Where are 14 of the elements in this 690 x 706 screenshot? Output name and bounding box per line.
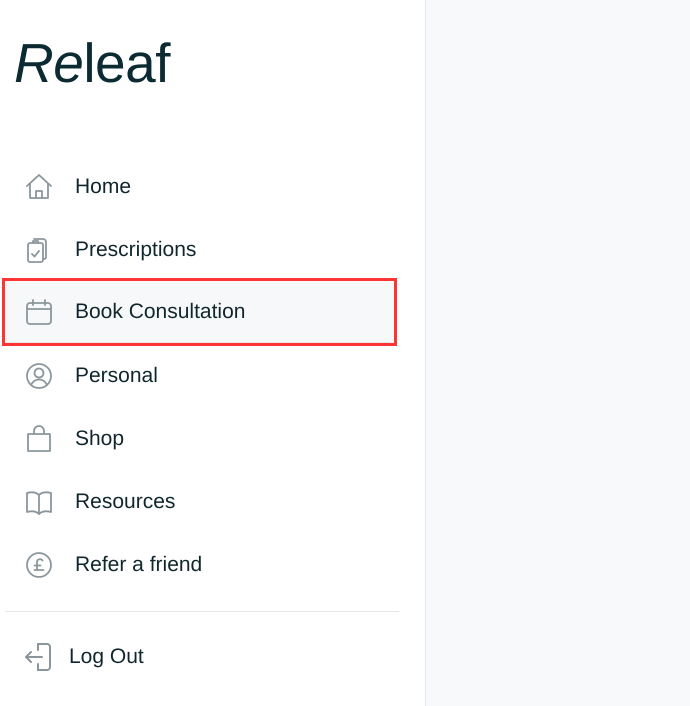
- nav-item[interactable]: Home: [5, 155, 393, 218]
- pound-circle-icon: [25, 550, 53, 578]
- home-icon: [25, 172, 53, 200]
- logout-icon: [25, 643, 52, 671]
- nav-item[interactable]: Personal: [5, 344, 393, 407]
- nav-item[interactable]: Refer a friend: [5, 533, 393, 596]
- calendar-icon: [25, 298, 53, 326]
- nav-item[interactable]: Resources: [5, 470, 393, 533]
- logo: Releaf: [14, 33, 170, 93]
- user-circle-icon: [25, 362, 53, 390]
- logout-link[interactable]: Log Out: [25, 632, 144, 682]
- nav-item[interactable]: Shop: [5, 407, 393, 470]
- nav-item[interactable]: Prescriptions: [5, 218, 393, 281]
- shopping-bag-icon: [25, 424, 53, 452]
